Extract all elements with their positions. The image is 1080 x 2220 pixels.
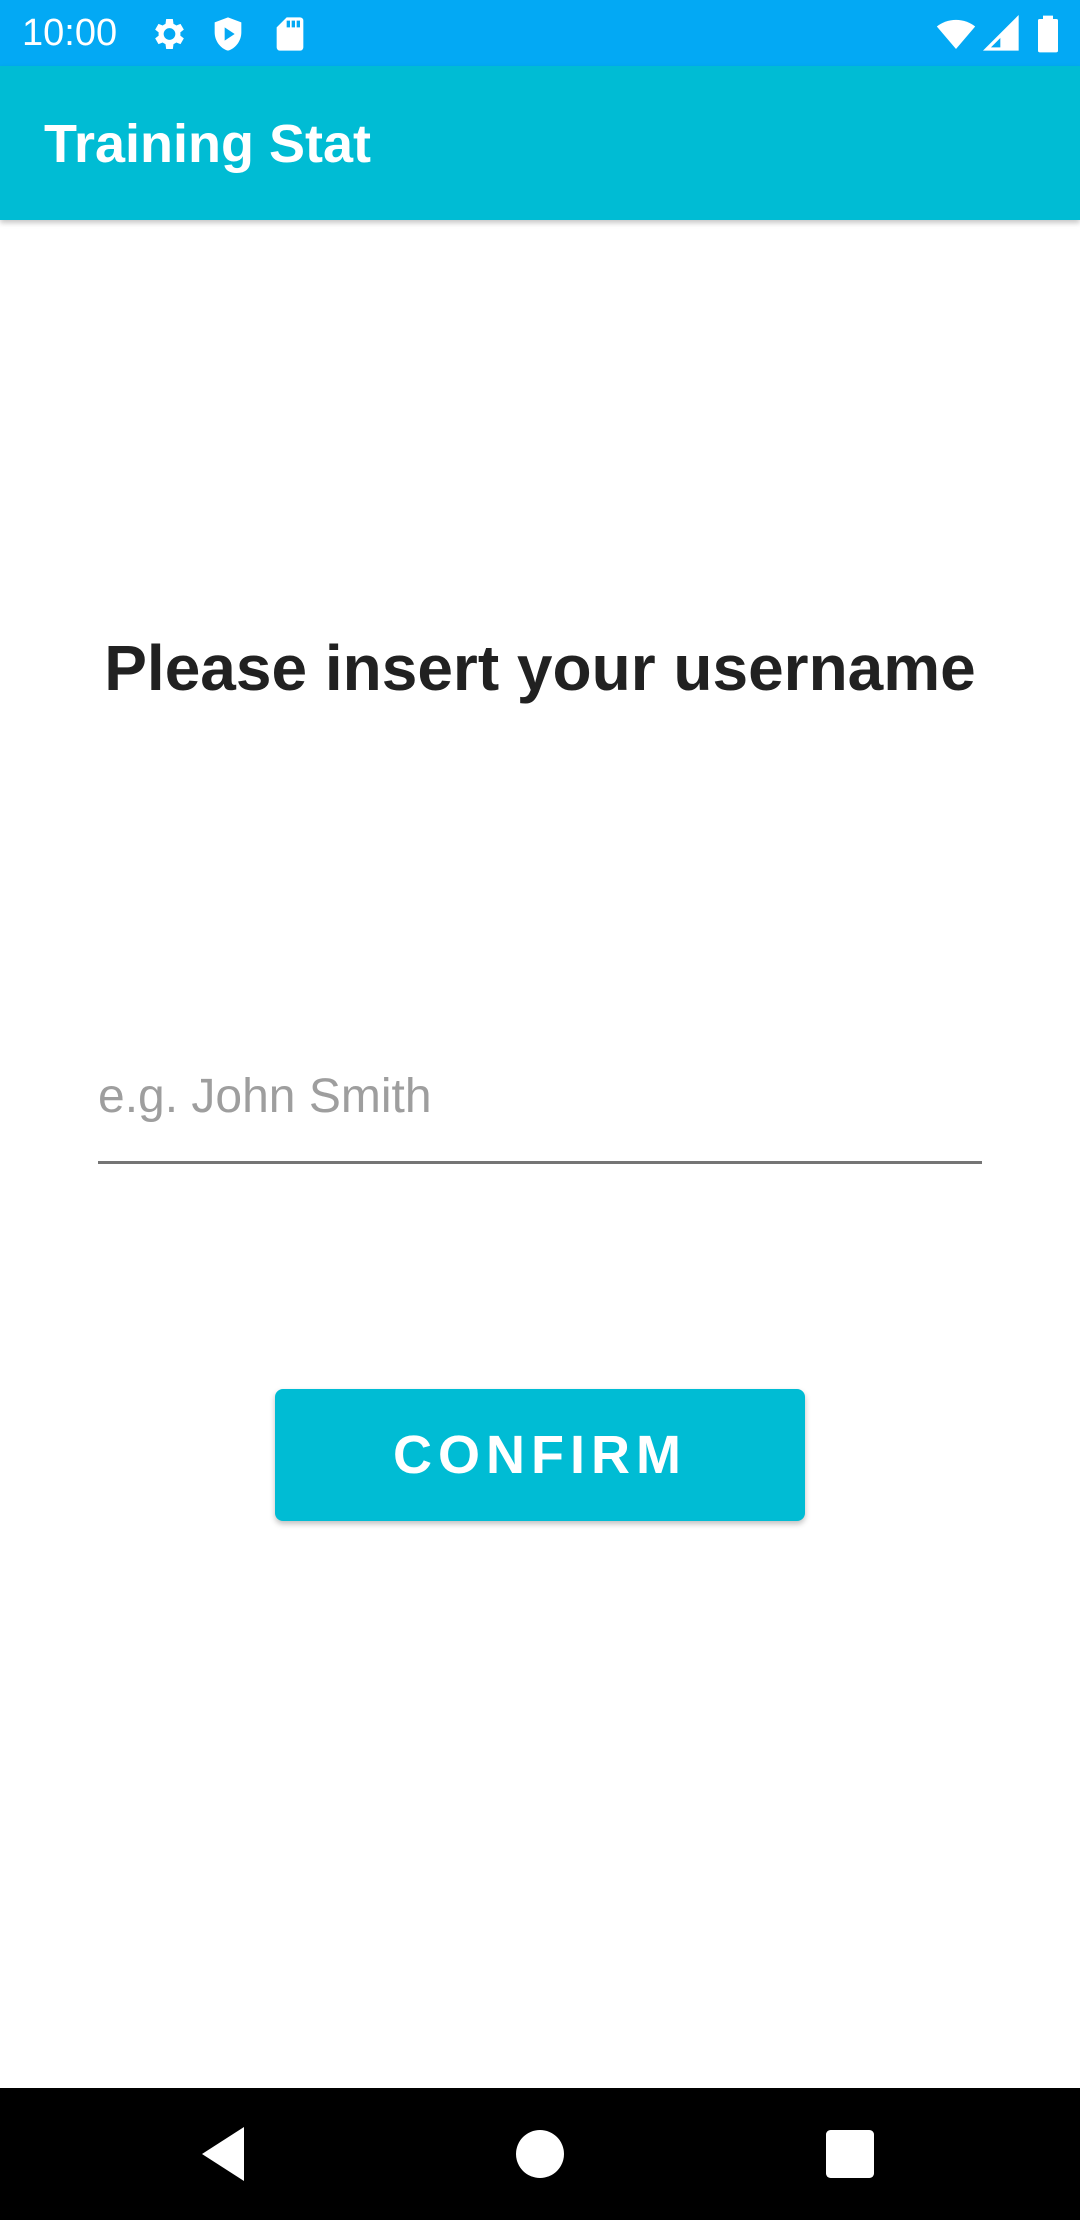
- app-screen: 10:00 Training Stat Please insert your u…: [0, 0, 1080, 2220]
- back-icon[interactable]: [190, 2118, 262, 2190]
- shield-icon: [208, 14, 248, 54]
- wifi-icon: [934, 14, 978, 54]
- app-title: Training Stat: [44, 114, 372, 174]
- home-icon[interactable]: [504, 2118, 576, 2190]
- username-input[interactable]: [98, 1048, 982, 1164]
- recents-icon[interactable]: [814, 2118, 886, 2190]
- gear-icon: [148, 14, 188, 54]
- status-bar: 10:00: [0, 0, 1080, 66]
- username-prompt: Please insert your username: [104, 632, 976, 704]
- signal-icon: [982, 14, 1022, 54]
- battery-icon: [1030, 14, 1066, 54]
- navigation-bar: [0, 2088, 1080, 2220]
- sd-card-icon: [270, 14, 310, 54]
- confirm-button[interactable]: CONFIRM: [275, 1389, 805, 1521]
- app-bar: Training Stat: [0, 66, 1080, 220]
- status-time: 10:00: [22, 12, 118, 54]
